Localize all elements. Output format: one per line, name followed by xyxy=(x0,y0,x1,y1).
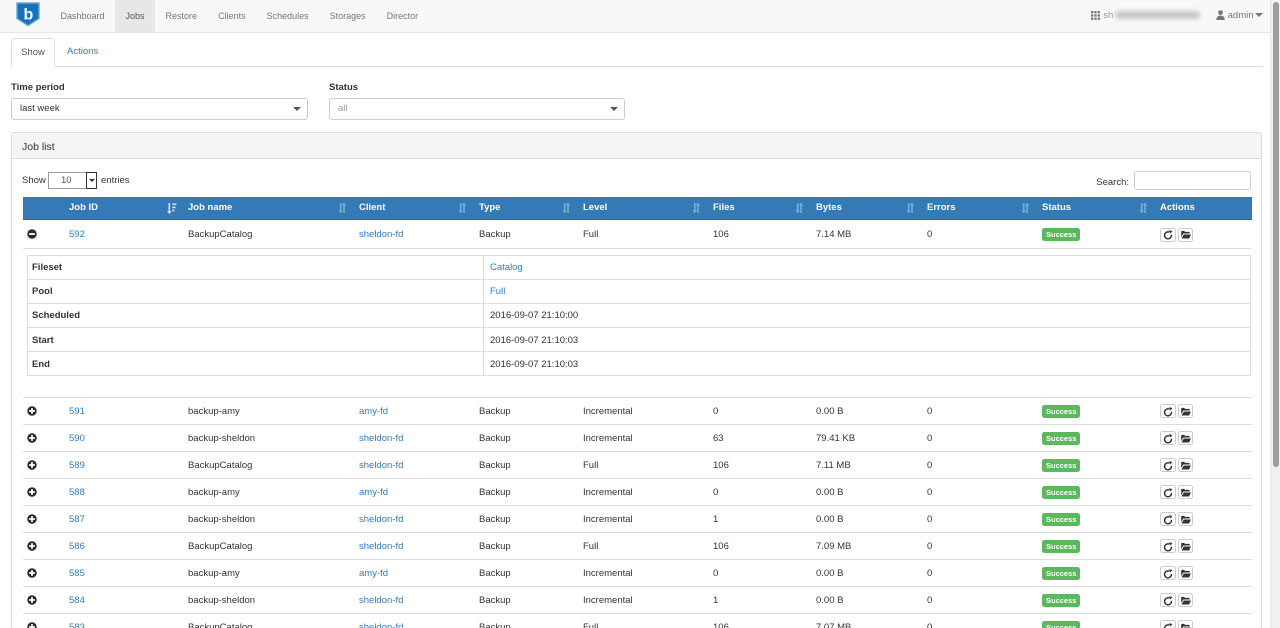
svg-text:b: b xyxy=(24,7,34,24)
